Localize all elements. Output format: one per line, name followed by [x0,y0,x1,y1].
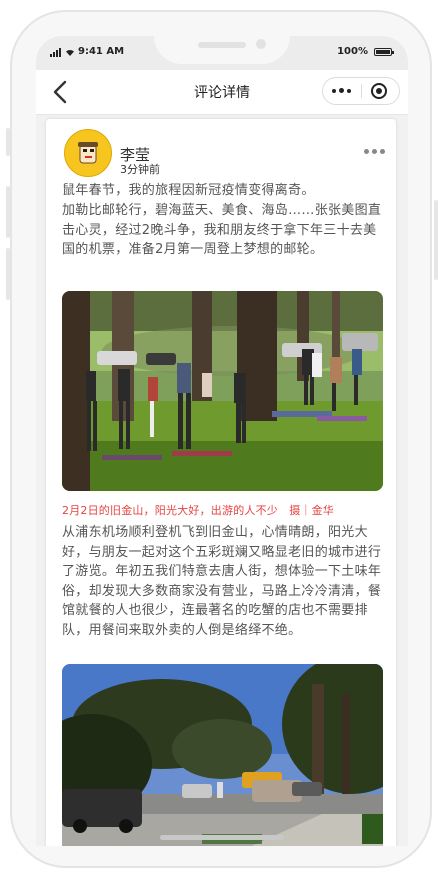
image-caption: 2月2日的旧金山，阳光大好，出游的人不少 摄｜金华 [62,504,334,517]
phone-power-button [434,200,438,280]
mini-program-capsule [322,77,400,105]
status-bar: 9:41 AM 100% [36,36,408,70]
battery-percentage: 100% [337,46,368,57]
nav-bar: 评论详情 [36,70,408,115]
camera [256,39,266,49]
post-card: 李莹 3分钟前 鼠年春节，我的旅程因新冠疫情变得离奇。 加勒比邮轮行，碧海蓝天、… [46,119,396,846]
post-paragraph-1: 鼠年春节，我的旅程因新冠疫情变得离奇。 [62,183,315,198]
content-area: 李莹 3分钟前 鼠年春节，我的旅程因新冠疫情变得离奇。 加勒比邮轮行，碧海蓝天、… [36,115,408,846]
capsule-divider [361,84,362,98]
wifi-icon [66,49,74,56]
battery-icon [374,48,394,56]
more-dots-icon[interactable] [323,78,361,104]
phone-volume-up [6,186,10,238]
post-image-park[interactable] [62,291,383,491]
status-time: 9:41 AM [78,46,125,57]
notch [154,36,290,64]
phone-side-button [6,128,10,156]
screen: 9:41 AM 100% 评论详情 李莹 3分钟前 鼠年春节，我的旅程因新冠疫情… [36,36,408,846]
avatar-face-icon [78,142,98,164]
phone-volume-down [6,248,10,300]
post-paragraph-2: 加勒比邮轮行，碧海蓝天、美食、海岛……张张美图直击心灵，经过2晚斗争，我和朋友终… [62,203,382,257]
speaker [198,42,246,48]
signal-icon [50,48,62,57]
avatar[interactable] [64,129,112,177]
more-options-icon[interactable] [364,149,386,155]
target-circle-icon[interactable] [371,83,387,99]
post-image-street[interactable] [62,664,383,846]
post-paragraph-3: 从浦东机场顺利登机飞到旧金山，心情晴朗，阳光大好，与朋友一起对这个五彩斑斓又略显… [62,525,382,638]
home-indicator [160,835,284,840]
post-time: 3分钟前 [120,163,160,176]
